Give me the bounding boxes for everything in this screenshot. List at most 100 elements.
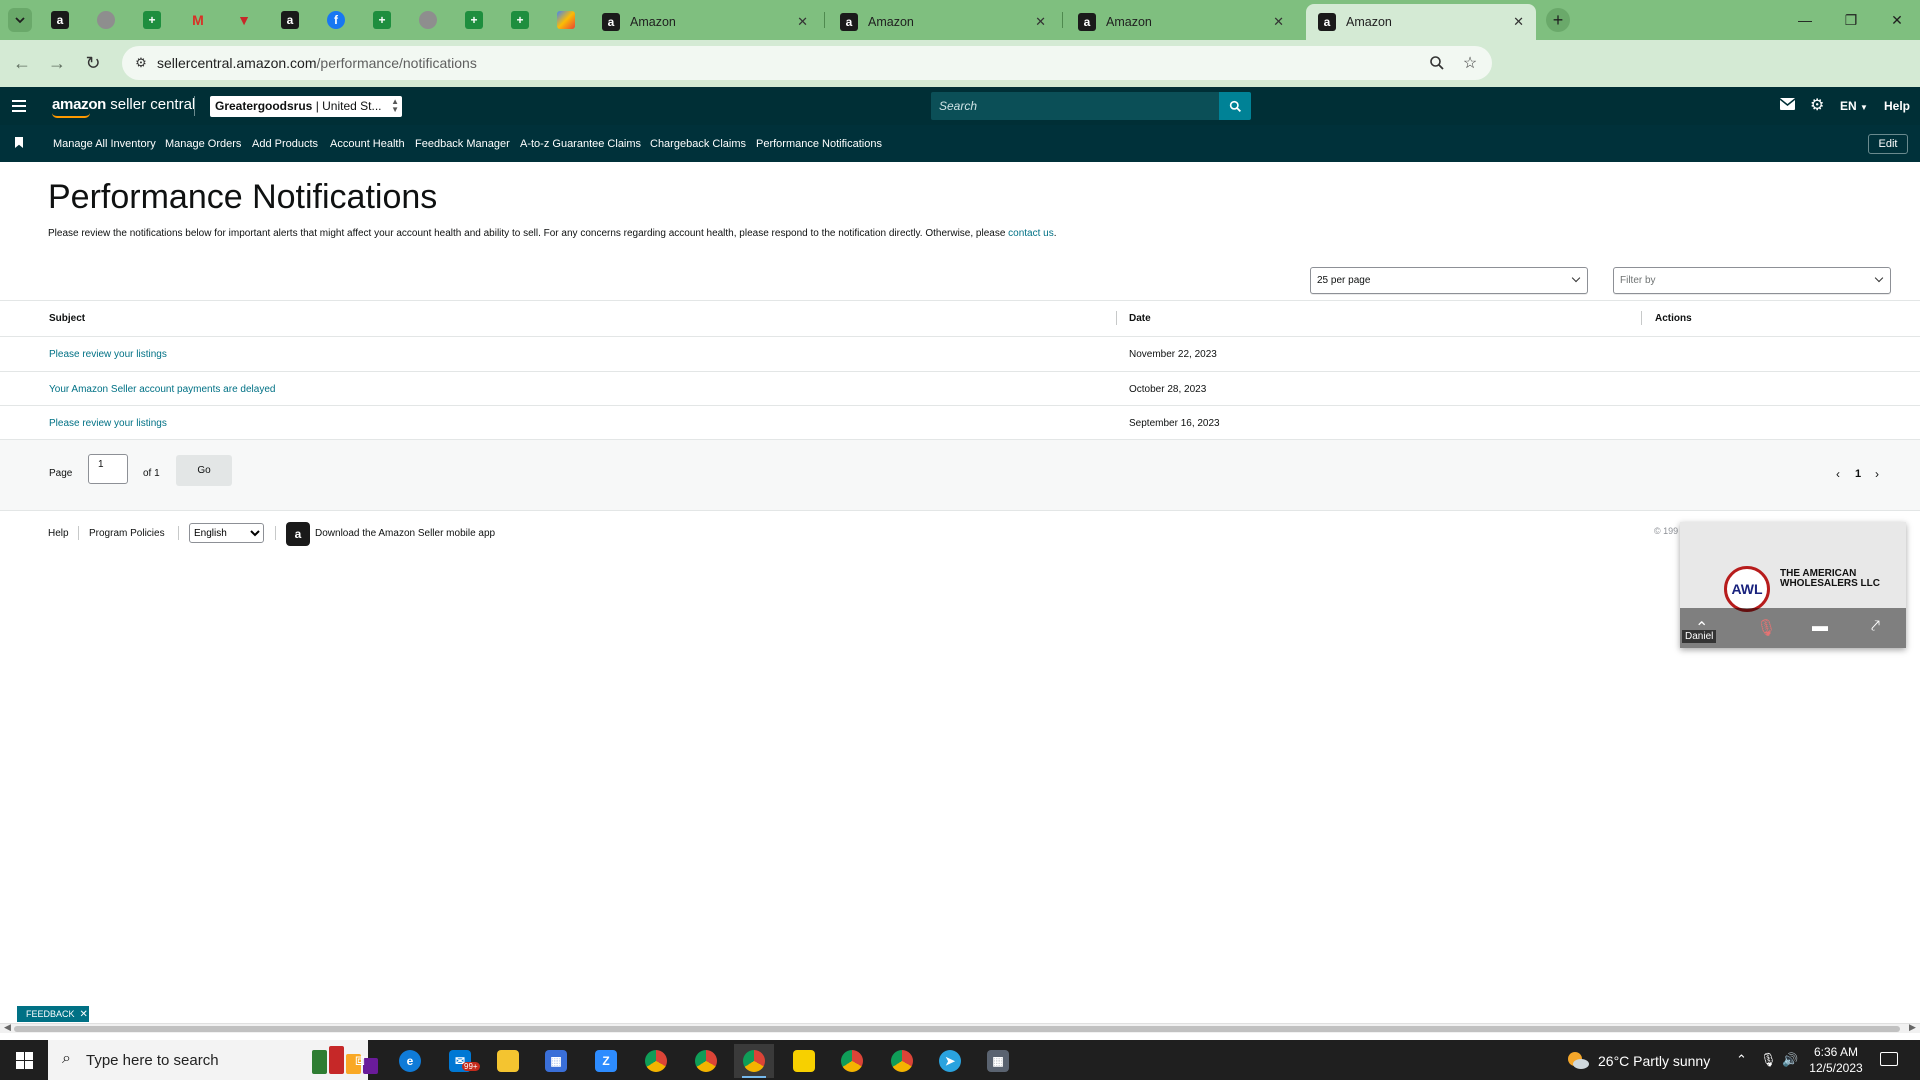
- taskbar-chrome-1[interactable]: [636, 1044, 676, 1078]
- feedback-button[interactable]: FEEDBACK ✕: [17, 1006, 89, 1022]
- bookmark-star-icon[interactable]: ☆: [1460, 53, 1480, 73]
- taskbar-file-explorer[interactable]: [488, 1044, 528, 1078]
- taskbar-store[interactable]: ▦: [536, 1044, 576, 1078]
- back-button[interactable]: ←: [10, 51, 34, 75]
- horizontal-scrollbar[interactable]: ◀ ▶: [0, 1022, 1920, 1033]
- site-settings-icon[interactable]: ⚙: [132, 54, 150, 72]
- task-view-button[interactable]: ⧈: [340, 1044, 380, 1078]
- weather-sun-icon[interactable]: [1566, 1050, 1590, 1070]
- pinned-tab-sheets-2[interactable]: +: [370, 8, 394, 32]
- reload-button[interactable]: ↻: [81, 51, 105, 75]
- taskbar-chrome-2[interactable]: [686, 1044, 726, 1078]
- new-tab-button[interactable]: +: [1546, 8, 1570, 32]
- taskbar-zoom[interactable]: Z: [586, 1044, 626, 1078]
- notification-subject-link[interactable]: Please review your listings: [49, 418, 167, 429]
- restore-button[interactable]: ❐: [1828, 0, 1874, 40]
- language-selector[interactable]: EN ▼: [1840, 99, 1868, 113]
- filter-by-select[interactable]: Filter by: [1613, 267, 1891, 294]
- page-number-input[interactable]: [88, 454, 128, 484]
- nav-manage-orders[interactable]: Manage Orders: [165, 138, 241, 150]
- store-selector[interactable]: Greatergoodsrus | United St... ▲ ▼: [210, 96, 402, 117]
- taskbar-telegram[interactable]: ➤: [930, 1044, 970, 1078]
- go-button[interactable]: Go: [176, 455, 232, 486]
- close-icon[interactable]: ✕: [1513, 14, 1524, 30]
- nav-chargeback-claims[interactable]: Chargeback Claims: [650, 138, 746, 150]
- nav-manage-all-inventory[interactable]: Manage All Inventory: [53, 138, 156, 150]
- notification-center-icon[interactable]: [1880, 1052, 1898, 1066]
- pinned-tab-globe-2[interactable]: [416, 8, 440, 32]
- camera-icon[interactable]: ▬: [1812, 618, 1828, 636]
- pinned-tab-gmail[interactable]: M: [186, 8, 210, 32]
- url-text[interactable]: sellercentral.amazon.com/performance/not…: [157, 55, 477, 71]
- zoom-icon[interactable]: [1427, 53, 1447, 73]
- next-page-icon[interactable]: ›: [1875, 467, 1879, 481]
- taskbar-chrome-3[interactable]: [832, 1044, 872, 1078]
- hamburger-menu-icon[interactable]: [12, 97, 26, 115]
- microphone-icon[interactable]: 🎙: [1760, 1052, 1777, 1068]
- notification-subject-link[interactable]: Please review your listings: [49, 349, 167, 360]
- seller-central-logo[interactable]: amazon seller central: [52, 96, 195, 113]
- close-icon[interactable]: ✕: [1035, 14, 1046, 30]
- taskbar-search-input[interactable]: [86, 1040, 306, 1080]
- video-call-overlay[interactable]: AWL THE AMERICAN WHOLESALERS LLC ⌃ 🎙 ▬ ⤤…: [1680, 522, 1906, 648]
- tab-amazon-1[interactable]: a Amazon ✕: [590, 4, 820, 40]
- bookmark-icon[interactable]: [15, 137, 23, 148]
- pinned-tab-sheets[interactable]: +: [140, 8, 164, 32]
- close-icon[interactable]: ✕: [1273, 14, 1284, 30]
- mail-icon[interactable]: [1779, 97, 1796, 113]
- download-app-link[interactable]: Download the Amazon Seller mobile app: [315, 528, 495, 539]
- nav-account-health[interactable]: Account Health: [330, 138, 405, 150]
- taskbar-calculator[interactable]: ▦: [978, 1044, 1018, 1078]
- nav-edit-button[interactable]: Edit: [1868, 134, 1908, 154]
- tab-search-button[interactable]: [8, 8, 32, 32]
- pinned-tab-globe[interactable]: [94, 8, 118, 32]
- taskbar-sticky-notes[interactable]: [784, 1044, 824, 1078]
- minimize-button[interactable]: —: [1782, 0, 1828, 40]
- windows-start-icon[interactable]: [16, 1052, 33, 1069]
- column-header-subject[interactable]: Subject: [49, 313, 85, 324]
- notification-subject-link[interactable]: Your Amazon Seller account payments are …: [49, 384, 275, 395]
- nav-performance-notifications[interactable]: Performance Notifications: [756, 138, 882, 150]
- amazon-app-icon[interactable]: a: [286, 522, 310, 546]
- tab-amazon-2[interactable]: a Amazon ✕: [828, 4, 1058, 40]
- current-page-number[interactable]: 1: [1855, 468, 1861, 480]
- help-link[interactable]: Help: [1884, 99, 1910, 113]
- scroll-right-icon[interactable]: ▶: [1909, 1022, 1916, 1033]
- pinned-tab-multi[interactable]: [554, 8, 578, 32]
- close-icon[interactable]: ✕: [797, 14, 808, 30]
- forward-button[interactable]: →: [45, 51, 69, 75]
- pinned-tab-sheets-4[interactable]: +: [508, 8, 532, 32]
- weather-text[interactable]: 26°C Partly sunny: [1598, 1053, 1710, 1069]
- settings-gear-icon[interactable]: ⚙: [1810, 95, 1824, 115]
- nav-a-to-z-claims[interactable]: A-to-z Guarantee Claims: [520, 138, 641, 150]
- pinned-tab-amazon-2[interactable]: a: [278, 8, 302, 32]
- show-hidden-icons-icon[interactable]: ⌃: [1736, 1052, 1747, 1068]
- scrollbar-thumb[interactable]: [14, 1026, 1900, 1032]
- nav-feedback-manager[interactable]: Feedback Manager: [415, 138, 510, 150]
- search-input[interactable]: [931, 92, 1221, 120]
- nav-add-products[interactable]: Add Products: [252, 138, 318, 150]
- share-screen-icon[interactable]: ⤤: [1871, 618, 1880, 636]
- column-header-date[interactable]: Date: [1129, 313, 1151, 324]
- speaker-icon[interactable]: 🔊: [1782, 1052, 1798, 1068]
- footer-program-policies-link[interactable]: Program Policies: [89, 528, 165, 539]
- pinned-tab-facebook[interactable]: f: [324, 8, 348, 32]
- microphone-muted-icon[interactable]: 🎙: [1756, 618, 1776, 638]
- footer-help-link[interactable]: Help: [48, 528, 69, 539]
- scroll-left-icon[interactable]: ◀: [4, 1022, 11, 1033]
- taskbar-chrome-active[interactable]: [734, 1044, 774, 1078]
- contact-us-link[interactable]: contact us: [1008, 228, 1054, 239]
- taskbar-chrome-4[interactable]: [882, 1044, 922, 1078]
- per-page-select[interactable]: 25 per page: [1310, 267, 1588, 294]
- taskbar-mail[interactable]: ✉ 99+: [440, 1044, 480, 1078]
- search-button[interactable]: [1219, 92, 1251, 120]
- close-window-button[interactable]: ✕: [1874, 0, 1920, 40]
- taskbar-edge[interactable]: e: [390, 1044, 430, 1078]
- footer-language-select[interactable]: English: [189, 523, 264, 543]
- tab-amazon-active[interactable]: a Amazon ✕: [1306, 4, 1536, 40]
- pinned-tab-red[interactable]: ▼: [232, 8, 256, 32]
- pinned-tab-sheets-3[interactable]: +: [462, 8, 486, 32]
- previous-page-icon[interactable]: ‹: [1836, 467, 1840, 481]
- system-clock[interactable]: 6:36 AM 12/5/2023: [1806, 1044, 1866, 1076]
- address-bar[interactable]: ⚙ sellercentral.amazon.com/performance/n…: [122, 46, 1492, 80]
